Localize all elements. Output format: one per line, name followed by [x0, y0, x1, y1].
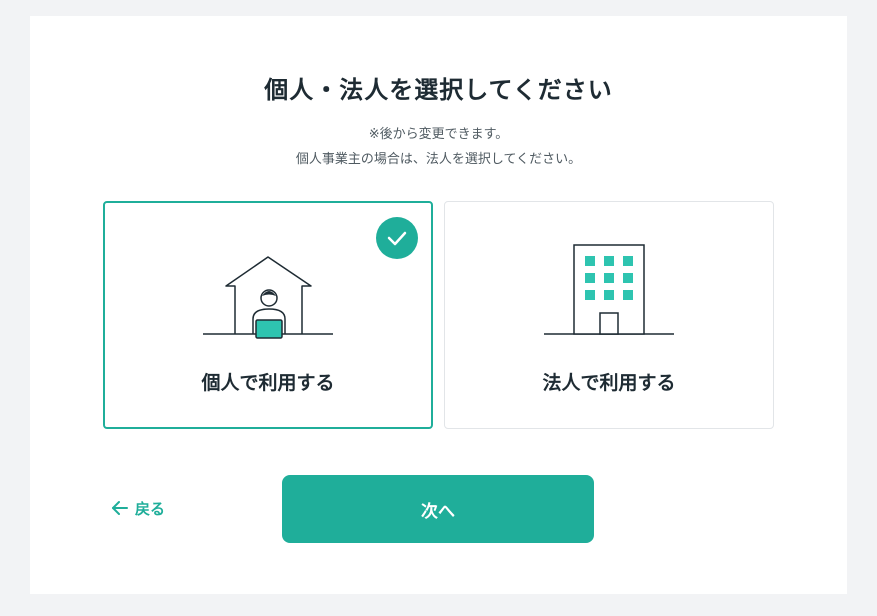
option-card-individual[interactable]: 個人で利用する: [103, 201, 433, 429]
next-button[interactable]: 次へ: [282, 475, 594, 543]
back-label: 戻る: [135, 499, 166, 518]
page-title: 個人・法人を選択してください: [264, 76, 613, 104]
option-label-individual: 個人で利用する: [201, 372, 335, 394]
option-card-corporate[interactable]: 法人で利用する: [444, 201, 774, 429]
back-link[interactable]: 戻る: [111, 496, 165, 520]
sole-proprietor-note: 個人事業主の場合は、法人を選択してください。: [295, 152, 582, 167]
check-icon: [387, 231, 407, 246]
change-later-note: ※後から変更できます。: [368, 127, 509, 142]
option-label-corporate: 法人で利用する: [542, 372, 676, 394]
arrow-left-icon: [112, 501, 128, 515]
selected-check-badge: [376, 217, 418, 259]
